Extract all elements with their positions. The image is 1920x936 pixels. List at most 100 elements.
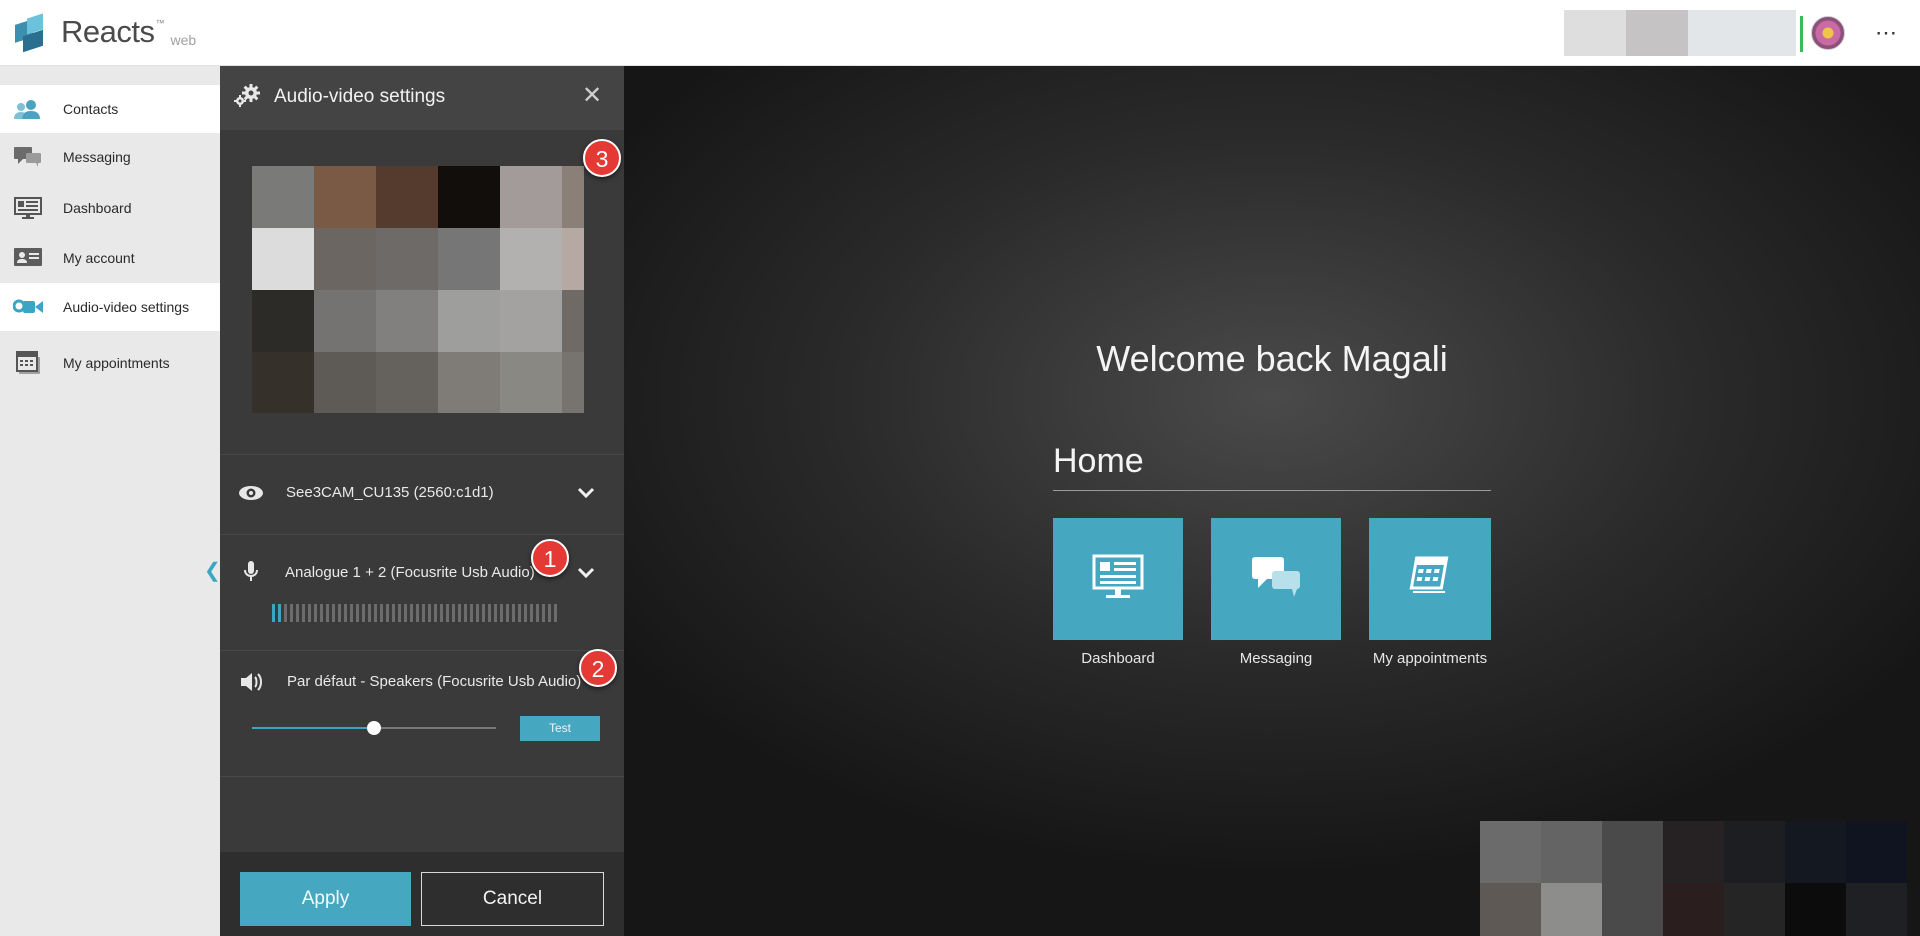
camera-device-row[interactable]: See3CAM_CU135 (2560:c1d1) [220,454,624,534]
self-view-pixel [1602,883,1663,936]
sidebar-item-audio-video-settings[interactable]: Audio-video settings [0,283,220,331]
chevron-down-icon[interactable] [576,563,596,583]
speaker-device-name: Par défaut - Speakers (Focusrite Usb Aud… [287,673,582,690]
tile-label: Dashboard [1081,650,1155,667]
presence-status-indicator [1800,16,1803,52]
level-bar [488,604,491,622]
camera-preview [252,166,584,413]
level-bar [284,604,287,622]
level-bar [428,604,431,622]
level-bar [290,604,293,622]
divider [220,776,624,777]
redacted-block [1626,10,1688,56]
sidebar-item-messaging[interactable]: Messaging [0,133,220,181]
level-bar [440,604,443,622]
camera-icon [13,296,43,318]
close-icon[interactable]: ✕ [582,84,602,108]
level-bar [404,604,407,622]
redacted-block [1688,10,1796,56]
tile-label: Messaging [1239,650,1313,667]
test-speaker-button[interactable]: Test [520,716,600,741]
level-bar [362,604,365,622]
more-options-button[interactable]: ⋯ [1870,20,1904,46]
self-view-pixel [1724,821,1785,883]
level-bar [386,604,389,622]
level-bar [278,604,281,622]
volume-fill [252,727,374,729]
sidebar-item-label: My account [63,250,135,266]
level-bar [536,604,539,622]
preview-pixel [314,290,376,352]
app-logo[interactable]: Reacts ™ web [13,13,196,53]
level-bar [368,604,371,622]
preview-pixel [376,166,438,228]
messaging-icon [13,146,43,168]
self-view-pixel [1724,883,1785,936]
level-bar [392,604,395,622]
level-bar [494,604,497,622]
tile-dashboard[interactable] [1053,518,1183,640]
preview-pixel [314,352,376,413]
level-bar [506,604,509,622]
self-view-pixel [1480,883,1541,936]
cancel-button[interactable]: Cancel [421,872,604,926]
preview-pixel [500,166,562,228]
preview-pixel [252,290,314,352]
preview-pixel [500,352,562,413]
collapse-sidebar-chevron-icon[interactable]: ❮ [204,558,221,583]
sidebar-item-my-appointments[interactable]: My appointments [0,339,220,387]
preview-pixel [500,228,562,290]
level-bar [512,604,515,622]
sidebar-item-contacts[interactable]: Contacts [0,85,220,133]
level-bar [470,604,473,622]
speaker-icon [240,671,266,693]
camera-device-name: See3CAM_CU135 (2560:c1d1) [286,484,494,501]
tile-my-appointments[interactable] [1369,518,1491,640]
microphone-level-meter [272,604,557,622]
avatar[interactable] [1811,16,1845,50]
level-bar [296,604,299,622]
level-bar [464,604,467,622]
level-bar [542,604,545,622]
sidebar-item-label: Dashboard [63,200,132,216]
level-bar [398,604,401,622]
panel-footer: Apply Cancel [220,852,624,936]
preview-pixel [376,352,438,413]
page-title: Home [1053,442,1144,480]
level-bar [350,604,353,622]
tile-messaging[interactable] [1211,518,1341,640]
audio-video-settings-panel: Audio-video settings ✕ 3 See3CAM_CU135 (… [220,66,624,936]
preview-pixel [438,290,500,352]
preview-pixel [252,228,314,290]
sidebar-item-label: My appointments [63,355,170,371]
apply-button[interactable]: Apply [240,872,411,926]
level-bar [320,604,323,622]
app-name: Reacts [61,14,155,49]
logo-mark-icon [13,13,47,53]
microphone-device-name: Analogue 1 + 2 (Focusrite Usb Audio) [285,564,535,581]
gear-icon [234,84,262,108]
preview-pixel [562,228,584,290]
preview-pixel [438,352,500,413]
calendar-icon [1407,556,1453,603]
level-bar [524,604,527,622]
level-bar [314,604,317,622]
preview-pixel [252,352,314,413]
sidebar-item-my-account[interactable]: My account [0,234,220,282]
self-view-pixel [1785,821,1846,883]
level-bar [308,604,311,622]
welcome-message: Welcome back Magali [1096,338,1448,379]
chevron-down-icon[interactable] [576,483,596,503]
user-name-redacted[interactable] [1564,10,1796,56]
level-bar [302,604,305,622]
speaker-device-row[interactable]: Par défaut - Speakers (Focusrite Usb Aud… [220,650,624,776]
sidebar-item-label: Contacts [63,101,119,117]
sidebar-item-dashboard[interactable]: Dashboard [0,184,220,232]
volume-slider-handle[interactable] [367,721,381,735]
calendar-icon [13,351,43,374]
self-video-preview[interactable] [1480,821,1907,936]
level-bar [374,604,377,622]
title-divider [1053,490,1491,491]
sidebar-item-label: Messaging [63,149,131,165]
speaker-volume-slider[interactable] [252,721,496,735]
